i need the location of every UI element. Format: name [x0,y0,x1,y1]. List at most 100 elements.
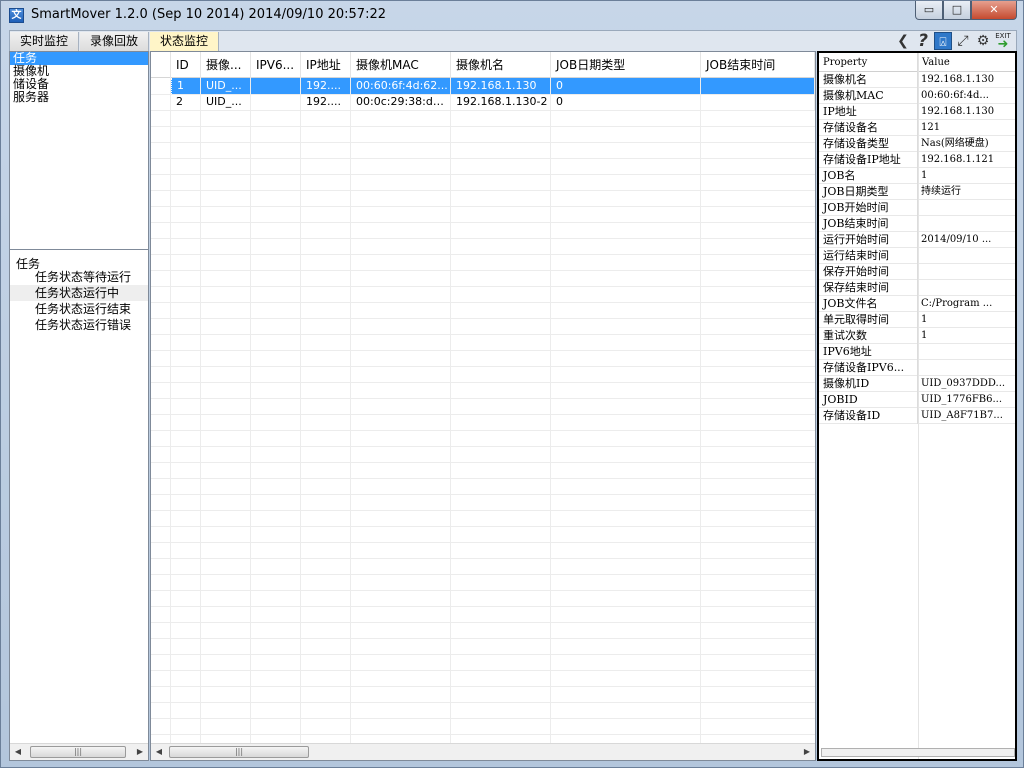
cell-ipv6[interactable] [251,78,301,94]
property-row[interactable]: JOB名 1 [819,168,1015,184]
cell-mac[interactable]: 00:0c:29:38:da... [351,94,451,110]
property-row[interactable]: JOBID UID_1776FB6... [819,392,1015,408]
property-row[interactable]: 存储设备ID UID_A8F71B7... [819,408,1015,424]
property-value[interactable]: 1 [918,312,1015,328]
scroll-left-icon[interactable]: ◀ [10,744,26,760]
property-row[interactable]: 摄像机MAC 00:60:6f:4d... [819,88,1015,104]
property-row[interactable]: 存储设备IP地址 192.168.1.121 [819,152,1015,168]
property-value[interactable]: 192.168.1.130 [918,104,1015,120]
table-row[interactable]: 1 UID_... 192.... 00:60:6f:4d:62... 192.… [151,78,815,94]
table-row[interactable]: 2 UID_... 192.... 00:0c:29:38:da... 192.… [151,94,815,110]
property-row[interactable]: 运行开始时间 2014/09/10 ... [819,232,1015,248]
gear-icon[interactable]: ⚙ [974,32,992,50]
property-row[interactable]: 摄像机ID UID_0937DDD... [819,376,1015,392]
property-row[interactable]: 保存开始时间 [819,264,1015,280]
grid-horizontal-scrollbar[interactable]: ◀ ||| ▶ [151,743,815,760]
property-value[interactable]: 00:60:6f:4d... [918,88,1015,104]
cell-job-date-type[interactable]: 0 [551,78,701,94]
tree-root[interactable]: 任务 [10,252,148,271]
property-row[interactable]: JOB开始时间 [819,200,1015,216]
close-button[interactable]: ✕ [971,1,1017,20]
cell-mac[interactable]: 00:60:6f:4d:62... [351,78,451,94]
cell-camera-name[interactable]: 192.168.1.130-2 [451,94,551,110]
column-header-ipv6[interactable]: IPV6... [251,52,301,78]
fullscreen-icon[interactable]: ⤢ [954,32,972,50]
column-header-camera-name[interactable]: 摄像机名 [451,52,551,78]
property-horizontal-scrollbar[interactable] [821,748,1015,757]
scroll-thumb[interactable]: ||| [169,746,309,758]
property-key: IPV6地址 [819,344,918,360]
back-icon[interactable]: ❮ [894,32,912,50]
cell-job-end-time[interactable] [701,78,815,94]
cell-camera-name[interactable]: 192.168.1.130 [451,78,551,94]
column-header-mac[interactable]: 摄像机MAC [351,52,451,78]
cell-camera-uid[interactable]: UID_... [201,78,251,94]
column-header-ip[interactable]: IP地址 [301,52,351,78]
left-horizontal-scrollbar[interactable]: ◀ ||| ▶ [10,743,148,760]
property-value[interactable]: 192.168.1.130 [918,72,1015,88]
property-value[interactable] [918,200,1015,216]
property-row[interactable]: 存储设备IPV6... [819,360,1015,376]
scroll-right-icon[interactable]: ▶ [799,744,815,760]
scroll-right-icon[interactable]: ▶ [132,744,148,760]
property-value[interactable]: 192.168.1.121 [918,152,1015,168]
property-value[interactable] [918,264,1015,280]
tab-live-monitor[interactable]: 实时监控 [10,32,80,51]
window-controls: ▭ □ ✕ [915,1,1017,20]
property-row[interactable]: 重试次数 1 [819,328,1015,344]
cell-ipv6[interactable] [251,94,301,110]
tab-status-monitor[interactable]: 状态监控 [150,32,220,51]
column-header-job-date-type[interactable]: JOB日期类型 [551,52,701,78]
property-value[interactable]: 1 [918,168,1015,184]
property-value[interactable]: 1 [918,328,1015,344]
cell-id[interactable]: 2 [171,94,201,110]
category-item-server[interactable]: 服务器 [10,91,148,104]
property-row[interactable]: 单元取得时间 1 [819,312,1015,328]
property-row[interactable]: JOB日期类型 持续运行 [819,184,1015,200]
property-row[interactable]: 保存结束时间 [819,280,1015,296]
cell-id[interactable]: 1 [171,78,201,94]
property-value[interactable]: Nas(网络硬盘) [918,136,1015,152]
property-row[interactable]: IP地址 192.168.1.130 [819,104,1015,120]
exit-icon[interactable]: EXIT ➜ [994,32,1012,51]
property-value[interactable] [918,280,1015,296]
property-row[interactable]: 运行结束时间 [819,248,1015,264]
scroll-thumb[interactable]: ||| [30,746,126,758]
tree-item[interactable]: 任务状态运行中 [10,285,148,301]
property-key: 存储设备IPV6... [819,360,918,376]
tree-item[interactable]: 任务状态运行错误 [10,317,148,333]
property-row[interactable]: 摄像机名 192.168.1.130 [819,72,1015,88]
scroll-left-icon[interactable]: ◀ [151,744,167,760]
property-value[interactable]: 2014/09/10 ... [918,232,1015,248]
property-value[interactable]: UID_1776FB6... [918,392,1015,408]
property-value[interactable] [918,216,1015,232]
property-value[interactable]: UID_A8F71B7... [918,408,1015,424]
user-icon[interactable]: ⍓ [934,32,952,50]
column-header-camera-uid[interactable]: 摄像... [201,52,251,78]
cell-ip[interactable]: 192.... [301,94,351,110]
minimize-button[interactable]: ▭ [915,1,943,20]
cell-camera-uid[interactable]: UID_... [201,94,251,110]
property-value[interactable] [918,248,1015,264]
property-row[interactable]: JOB文件名 C:/Program ... [819,296,1015,312]
property-value[interactable]: C:/Program ... [918,296,1015,312]
property-row[interactable]: 存储设备类型 Nas(网络硬盘) [819,136,1015,152]
column-header-id[interactable]: ID [171,52,201,78]
property-row[interactable]: JOB结束时间 [819,216,1015,232]
title-bar[interactable]: 文 SmartMover 1.2.0 (Sep 10 2014) 2014/09… [1,1,1023,30]
help-icon[interactable]: ? [914,32,932,50]
cell-job-end-time[interactable] [701,94,815,110]
property-value[interactable] [918,360,1015,376]
property-row[interactable]: 存储设备名 121 [819,120,1015,136]
tree-item[interactable]: 任务状态运行结束 [10,301,148,317]
property-row[interactable]: IPV6地址 [819,344,1015,360]
property-value[interactable]: 121 [918,120,1015,136]
property-value[interactable] [918,344,1015,360]
cell-job-date-type[interactable]: 0 [551,94,701,110]
property-value[interactable]: UID_0937DDD... [918,376,1015,392]
maximize-button[interactable]: □ [943,1,971,20]
tab-playback[interactable]: 录像回放 [80,32,150,51]
cell-ip[interactable]: 192.... [301,78,351,94]
property-value[interactable]: 持续运行 [918,184,1015,200]
column-header-job-end-time[interactable]: JOB结束时间 [701,52,815,78]
